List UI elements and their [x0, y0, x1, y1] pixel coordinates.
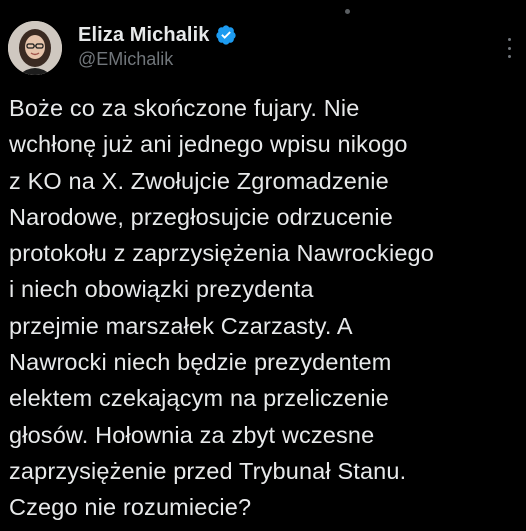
- decorative-dot: [345, 9, 350, 14]
- tweet-text-line: głosów. Hołownia za zbyt wczesne: [9, 421, 375, 448]
- tweet-text-line: i niech obowiązki prezydenta: [9, 276, 314, 303]
- tweet-text-line: Czego nie rozumiecie?: [9, 494, 252, 521]
- verified-badge-icon[interactable]: [215, 24, 237, 46]
- tweet-text-line: zaprzysiężenie przed Trybunał Stanu.: [9, 457, 407, 484]
- more-options-icon[interactable]: [506, 38, 512, 58]
- tweet-text-line: z KO na X. Zwołujcie Zgromadzenie: [9, 167, 389, 194]
- avatar-photo-icon: [8, 21, 62, 75]
- tweet-text-line: elektem czekającym na przeliczenie: [9, 385, 389, 412]
- tweet-text-line: Narodowe, przegłosujcie odrzucenie: [9, 203, 393, 230]
- tweet-text-line: przejmie marszałek Czarzasty. A: [9, 312, 353, 339]
- tweet-text-line: Nawrocki niech będzie prezydentem: [9, 349, 392, 376]
- tweet-card: Eliza Michalik @EMichalik Boże co za sko…: [0, 0, 526, 531]
- tweet-text-line: wchłonę już ani jednego wpisu nikogo: [9, 131, 408, 158]
- author-handle[interactable]: @EMichalik: [78, 49, 173, 70]
- tweet-text: Boże co za skończone fujary. Nie wchłonę…: [9, 90, 521, 526]
- tweet-text-line: Boże co za skończone fujary. Nie: [9, 95, 360, 121]
- tweet-text-line: protokołu z zaprzysiężenia Nawrockiego: [9, 240, 434, 267]
- author-display-name[interactable]: Eliza Michalik: [78, 24, 209, 47]
- avatar[interactable]: [8, 21, 62, 75]
- author-name-row: Eliza Michalik: [78, 22, 237, 48]
